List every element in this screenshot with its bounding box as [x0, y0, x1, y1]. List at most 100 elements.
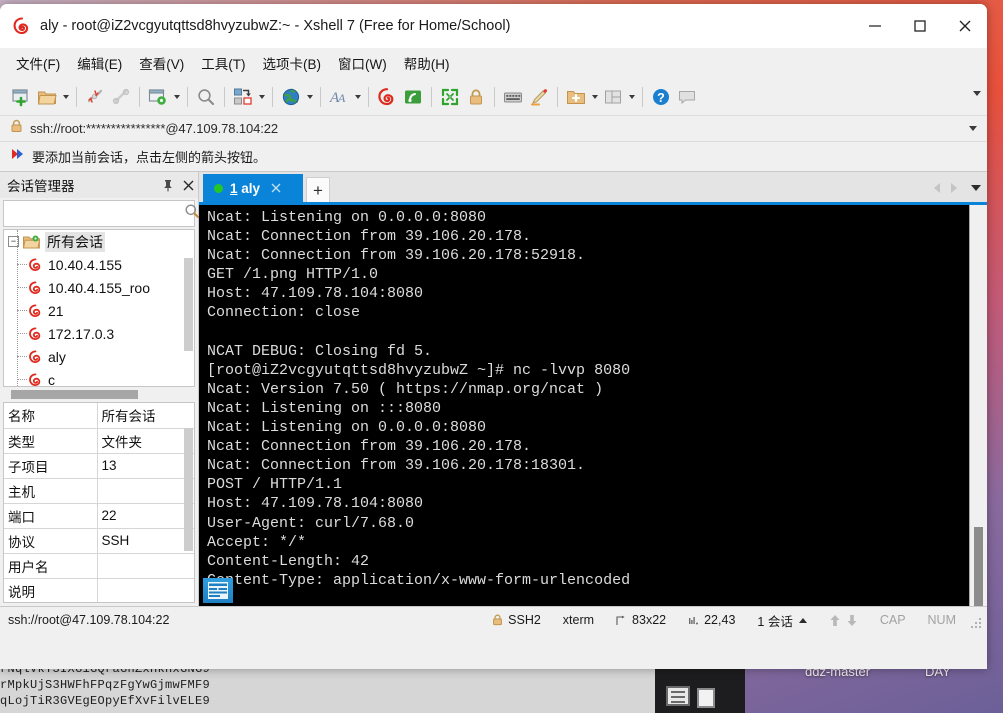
highlight-pen-icon[interactable]	[526, 83, 552, 111]
close-icon[interactable]	[178, 174, 198, 196]
table-row: 主机	[4, 478, 194, 503]
status-protocol: SSH2	[508, 613, 541, 627]
layout-icon[interactable]	[600, 83, 626, 111]
open-session-icon[interactable]	[34, 83, 60, 111]
prop-key: 名称	[4, 403, 97, 428]
address-input[interactable]: ssh://root:****************@47.109.78.10…	[6, 118, 969, 140]
address-bar[interactable]: ssh://root:****************@47.109.78.10…	[0, 116, 987, 142]
menu-tools[interactable]: 工具(T)	[201, 53, 245, 73]
session-properties-caret-icon[interactable]	[171, 83, 182, 111]
session-item-3[interactable]: 172.17.0.3	[4, 322, 194, 345]
globe-caret-icon[interactable]	[304, 83, 315, 111]
menu-edit[interactable]: 编辑(E)	[77, 53, 122, 73]
session-item-label: c	[48, 372, 55, 388]
session-icon	[28, 373, 43, 387]
table-row: 子项目 13	[4, 453, 194, 478]
disconnect-icon[interactable]	[82, 83, 108, 111]
status-sessions-cell[interactable]: 1 会话	[746, 611, 817, 630]
session-item-5[interactable]: c	[4, 368, 194, 387]
close-button[interactable]	[942, 4, 987, 48]
properties-vertical-scrollbar[interactable]	[184, 428, 193, 551]
pin-icon[interactable]	[158, 174, 178, 196]
lock-icon[interactable]	[463, 83, 489, 111]
new-folder-icon[interactable]	[563, 83, 589, 111]
font-caret-icon[interactable]	[352, 83, 363, 111]
resize-grip-icon[interactable]	[971, 618, 983, 630]
xshell-app-icon[interactable]	[374, 83, 400, 111]
add-session-arrow-icon[interactable]	[10, 147, 24, 166]
menu-window[interactable]: 窗口(W)	[338, 53, 387, 73]
session-tree[interactable]: − 所有会话	[3, 229, 195, 387]
svg-text:?: ?	[657, 91, 665, 105]
session-item-1[interactable]: 10.40.4.155_roo	[4, 276, 194, 299]
session-item-0[interactable]: 10.40.4.155	[4, 253, 194, 276]
new-session-icon[interactable]	[8, 83, 34, 111]
toolbar-separator	[431, 87, 432, 107]
table-row: 名称 所有会话	[4, 403, 194, 428]
cursor-position-icon	[688, 615, 699, 626]
session-properties-icon[interactable]	[145, 83, 171, 111]
tab-list-caret-icon[interactable]	[971, 185, 981, 191]
tab-scroll-right-icon[interactable]	[945, 178, 962, 198]
menu-file[interactable]: 文件(F)	[16, 53, 60, 73]
open-session-caret-icon[interactable]	[60, 83, 71, 111]
terminal-screen[interactable]: Ncat: Listening on 0.0.0.0:8080Ncat: Con…	[199, 205, 987, 606]
address-dropdown-caret-icon[interactable]	[969, 126, 977, 131]
session-item-label: aly	[48, 349, 66, 365]
search-input[interactable]	[8, 206, 184, 221]
file-transfer-icon[interactable]	[230, 83, 256, 111]
terminal-line	[207, 323, 969, 342]
tree-horizontal-scrollbar-thumb[interactable]	[11, 390, 138, 399]
session-item-2[interactable]: 21	[4, 299, 194, 322]
toolbar-separator	[320, 87, 321, 107]
fullscreen-icon[interactable]	[437, 83, 463, 111]
status-protocol-cell[interactable]: SSH2	[481, 613, 552, 627]
tree-horizontal-scrollbar-track[interactable]	[3, 388, 195, 401]
status-term-type[interactable]: xterm	[552, 613, 605, 627]
session-item-4[interactable]: aly	[4, 345, 194, 368]
new-folder-caret-icon[interactable]	[589, 83, 600, 111]
menu-view[interactable]: 查看(V)	[139, 53, 184, 73]
tab-aly[interactable]: 1 aly	[203, 174, 303, 202]
maximize-button[interactable]	[897, 4, 942, 48]
keyboard-icon[interactable]	[500, 83, 526, 111]
search-icon[interactable]	[193, 83, 219, 111]
title-bar[interactable]: aly - root@iZ2vcgyutqttsd8hvyzubwZ:~ - X…	[0, 4, 987, 48]
tab-close-icon[interactable]	[266, 178, 286, 198]
comment-icon[interactable]	[674, 83, 700, 111]
xshell-logo-icon	[13, 17, 31, 35]
menu-tabs[interactable]: 选项卡(B)	[263, 53, 322, 73]
tab-scroll-left-icon[interactable]	[928, 178, 945, 198]
globe-icon[interactable]	[278, 83, 304, 111]
status-size-cell[interactable]: 83x22	[605, 613, 677, 627]
xftp-icon[interactable]	[400, 83, 426, 111]
toolbar-overflow-caret-icon[interactable]	[973, 91, 981, 96]
toolbar-separator	[224, 87, 225, 107]
terminal-line: Ncat: Connection from 39.106.20.178:5291…	[207, 246, 969, 265]
lock-icon	[492, 614, 503, 626]
search-icon[interactable]	[184, 203, 200, 224]
session-search-box[interactable]	[3, 200, 195, 227]
terminal-line: Ncat: Version 7.50 ( https://nmap.org/nc…	[207, 380, 969, 399]
tab-name: aly	[241, 181, 260, 196]
font-icon[interactable]: A A	[326, 83, 352, 111]
help-icon[interactable]: ?	[648, 83, 674, 111]
reconnect-icon[interactable]	[108, 83, 134, 111]
terminal-output[interactable]: Ncat: Listening on 0.0.0.0:8080Ncat: Con…	[199, 205, 969, 606]
sessions-caret-up-icon[interactable]	[799, 618, 807, 623]
terminal-line: GET /1.png HTTP/1.0	[207, 265, 969, 284]
terminal-line: Ncat: Listening on :::8080	[207, 399, 969, 418]
tree-vertical-scrollbar[interactable]	[184, 258, 193, 351]
layout-caret-icon[interactable]	[626, 83, 637, 111]
new-tab-button[interactable]: +	[306, 177, 330, 202]
toolbar-separator	[557, 87, 558, 107]
minimize-button[interactable]	[852, 4, 897, 48]
prop-value	[97, 578, 194, 603]
menu-help[interactable]: 帮助(H)	[404, 53, 450, 73]
prop-value: 13	[97, 453, 194, 478]
tree-root-all-sessions[interactable]: − 所有会话	[4, 230, 194, 253]
file-transfer-caret-icon[interactable]	[256, 83, 267, 111]
terminal-scrollbar-thumb[interactable]	[974, 527, 983, 606]
terminal-scrollbar-track[interactable]	[969, 205, 987, 606]
status-cursor-cell[interactable]: 22,43	[677, 613, 746, 627]
